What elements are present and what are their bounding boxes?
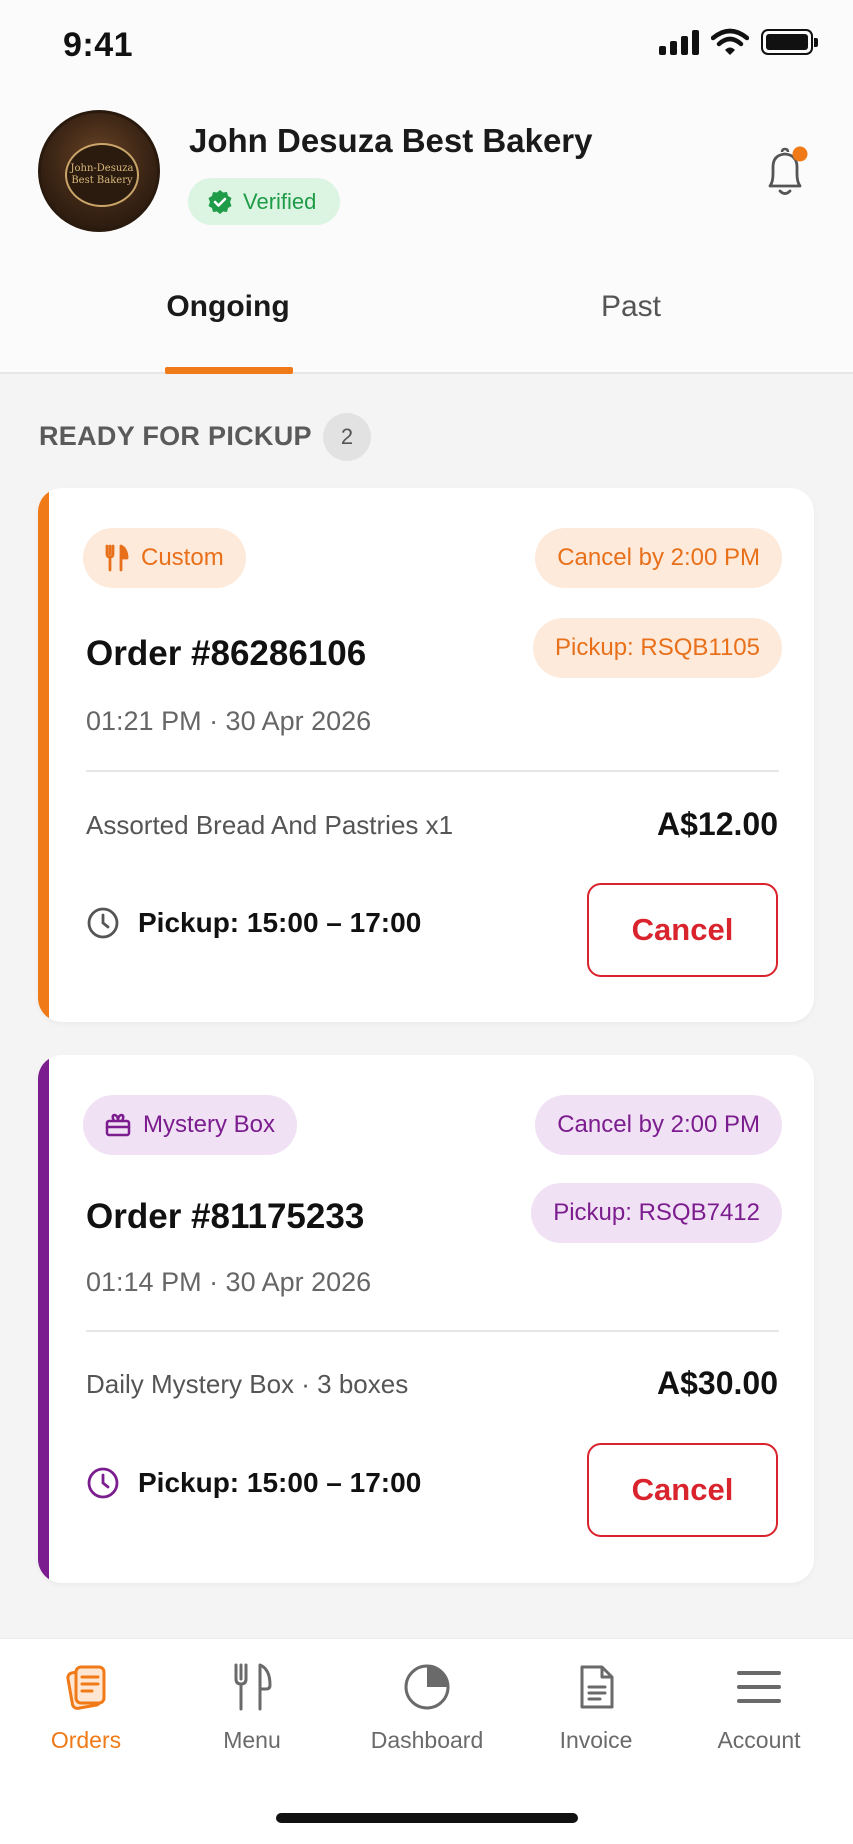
cancel-order-button[interactable]: Cancel	[587, 883, 778, 977]
status-icons	[659, 28, 818, 56]
order-number: Order #86286106	[86, 634, 367, 673]
nav-label-orders: Orders	[50, 1727, 122, 1753]
avatar-sign-line-2: Best Bakery	[71, 175, 133, 186]
nav-item-dashboard[interactable]: Dashboard	[352, 1661, 502, 1754]
order-time: 01:21 PM · 30 Apr 2026	[86, 706, 372, 736]
tab-ongoing[interactable]: Ongoing	[128, 290, 328, 324]
pickup-window-text: Pickup: 15:00 – 17:00	[138, 907, 422, 938]
order-type-badge: Mystery Box	[83, 1095, 298, 1155]
pickup-window: Pickup: 15:00 – 17:00	[86, 1466, 421, 1500]
nav-label-invoice: Invoice	[559, 1727, 633, 1753]
nav-item-invoice[interactable]: Invoice	[521, 1661, 671, 1754]
clock-icon	[87, 1467, 119, 1499]
pickup-code-badge: Pickup: RSQB7412	[531, 1183, 782, 1243]
order-card[interactable]: Mystery Box Cancel by 2:00 PM Pickup: RS…	[38, 1055, 814, 1583]
verified-check-icon	[208, 189, 232, 214]
order-price: A$30.00	[657, 1365, 778, 1401]
order-card[interactable]: Custom Cancel by 2:00 PM Pickup: RSQB110…	[38, 488, 814, 1022]
header-area: 9:41 John-Desuza Best Bakery John Desuza…	[0, 0, 853, 374]
nav-item-orders[interactable]: Orders	[11, 1661, 161, 1754]
section-title: READY FOR PICKUP	[39, 421, 312, 451]
avatar-sign-line-1: John-Desuza	[70, 163, 134, 174]
orders-icon	[66, 1665, 106, 1710]
pickup-window-text: Pickup: 15:00 – 17:00	[138, 1467, 422, 1498]
pickup-window: Pickup: 15:00 – 17:00	[86, 906, 421, 940]
order-type-label: Custom	[141, 544, 224, 571]
tab-past[interactable]: Past	[531, 290, 731, 324]
gift-box-icon	[105, 1113, 131, 1137]
section-count-badge: 2	[323, 413, 371, 461]
cellular-signal-icon	[659, 29, 699, 55]
status-bar: 9:41	[0, 0, 853, 90]
nav-label-menu: Menu	[223, 1727, 281, 1753]
cancel-by-badge: Cancel by 2:00 PM	[535, 528, 782, 588]
battery-icon	[761, 29, 818, 55]
nav-item-account[interactable]: Account	[684, 1661, 834, 1754]
card-accent-bar	[38, 488, 49, 1022]
card-divider	[86, 770, 779, 772]
clock-icon	[87, 907, 119, 939]
order-number: Order #81175233	[86, 1197, 365, 1236]
order-price: A$12.00	[657, 806, 778, 842]
status-time: 9:41	[63, 26, 134, 64]
document-icon	[580, 1665, 614, 1709]
order-item: Assorted Bread And Pastries x1	[86, 810, 454, 840]
verified-badge: Verified	[188, 178, 341, 225]
nav-label-dashboard: Dashboard	[370, 1727, 484, 1753]
pickup-code-badge: Pickup: RSQB1105	[533, 618, 782, 678]
nav-item-menu[interactable]: Menu	[177, 1661, 327, 1754]
order-item: Daily Mystery Box · 3 boxes	[86, 1369, 409, 1399]
order-type-label: Mystery Box	[143, 1111, 276, 1138]
home-indicator[interactable]	[276, 1813, 578, 1823]
notification-bell-icon[interactable]	[760, 146, 810, 200]
cancel-order-button[interactable]: Cancel	[587, 1443, 778, 1537]
shop-name: John Desuza Best Bakery	[189, 122, 593, 159]
cancel-by-badge: Cancel by 2:00 PM	[535, 1095, 782, 1155]
wifi-icon	[711, 28, 749, 55]
active-tab-indicator	[165, 367, 293, 374]
shop-avatar[interactable]: John-Desuza Best Bakery	[38, 110, 160, 232]
order-type-badge: Custom	[83, 528, 246, 588]
avatar-sign: John-Desuza Best Bakery	[65, 143, 139, 207]
hamburger-menu-icon	[737, 1671, 781, 1703]
order-time: 01:14 PM · 30 Apr 2026	[86, 1267, 372, 1297]
verified-label: Verified	[243, 188, 317, 214]
nav-label-account: Account	[717, 1727, 801, 1753]
fork-knife-icon	[234, 1663, 272, 1711]
pie-chart-icon	[404, 1664, 450, 1710]
fork-knife-icon	[105, 544, 129, 572]
card-divider	[86, 1330, 779, 1332]
card-accent-bar	[38, 1055, 49, 1583]
